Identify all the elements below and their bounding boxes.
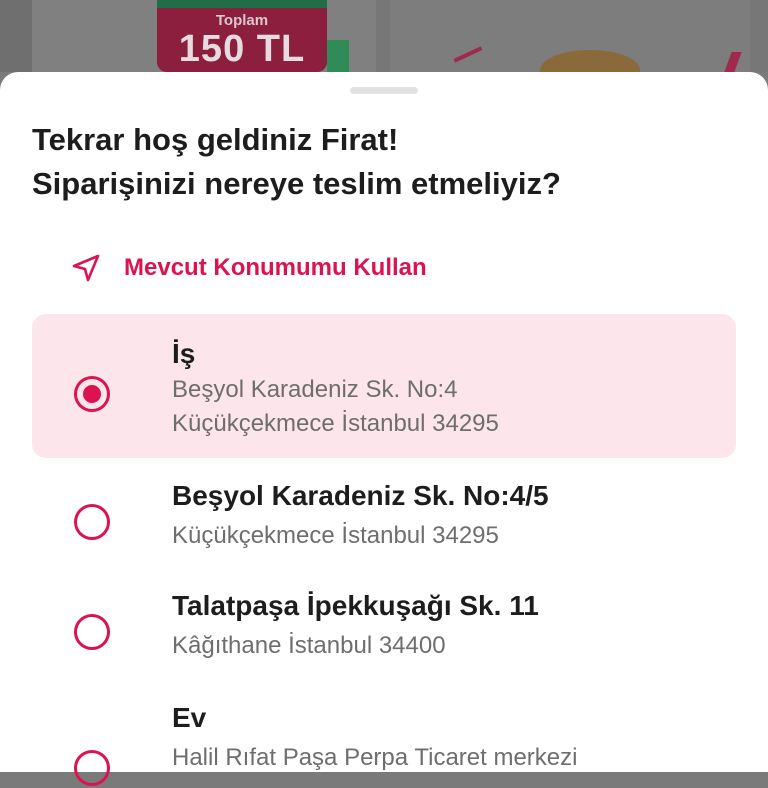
- address-name: Talatpaşa İpekkuşağı Sk. 11: [172, 590, 539, 621]
- navigation-arrow-icon: [70, 252, 102, 284]
- address-option-home[interactable]: Ev Halil Rıfat Paşa Perpa Ticaret merkez…: [32, 692, 736, 788]
- radio-unselected[interactable]: [74, 504, 110, 540]
- address-line: Beşyol Karadeniz Sk. No:4: [172, 376, 458, 403]
- promo-value: 150 TL: [178, 28, 306, 70]
- delivery-question: Siparişinizi nereye teslim etmeliyiz?: [32, 166, 561, 201]
- use-current-location-button[interactable]: Mevcut Konumumu Kullan: [70, 248, 427, 288]
- address-line: Kâğıthane İstanbul 34400: [172, 632, 446, 659]
- promo-decoration: [327, 40, 349, 72]
- address-name: İş: [172, 338, 196, 369]
- address-line: Küçükçekmece İstanbul 34295: [172, 410, 499, 437]
- address-name: Beşyol Karadeniz Sk. No:4/5: [172, 480, 549, 511]
- address-option-work[interactable]: İş Beşyol Karadeniz Sk. No:4 Küçükçekmec…: [32, 314, 736, 458]
- address-bottom-sheet: Tekrar hoş geldiniz Firat! Siparişinizi …: [0, 72, 768, 786]
- sheet-drag-handle[interactable]: [350, 87, 418, 94]
- address-option[interactable]: Talatpaşa İpekkuşağı Sk. 11 Kâğıthane İs…: [32, 582, 736, 678]
- address-option[interactable]: Beşyol Karadeniz Sk. No:4/5 Küçükçekmece…: [32, 470, 736, 566]
- sheet-title: Tekrar hoş geldiniz Firat! Siparişinizi …: [32, 118, 732, 206]
- radio-unselected[interactable]: [74, 750, 110, 786]
- address-line: Küçükçekmece İstanbul 34295: [172, 522, 499, 549]
- promo-badge: Toplam 150 TL: [157, 0, 327, 72]
- radio-selected[interactable]: [74, 376, 110, 412]
- radio-dot: [83, 385, 101, 403]
- promo-badge-top: [157, 0, 327, 8]
- promo-label: Toplam: [215, 12, 269, 29]
- banner-panel-left: [0, 0, 32, 72]
- use-current-location-label: Mevcut Konumumu Kullan: [124, 254, 427, 281]
- address-name: Ev: [172, 702, 207, 733]
- welcome-text: Tekrar hoş geldiniz Firat!: [32, 122, 399, 157]
- radio-unselected[interactable]: [74, 614, 110, 650]
- background-banner: Toplam 150 TL: [0, 0, 768, 72]
